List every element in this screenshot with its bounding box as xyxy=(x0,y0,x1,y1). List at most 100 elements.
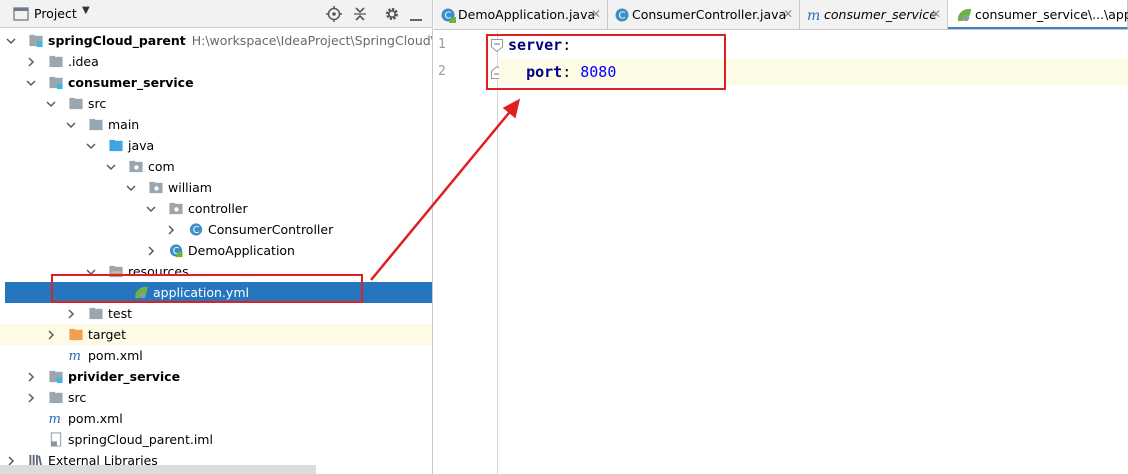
tree-item-label: pom.xml xyxy=(68,410,123,427)
tree-item-label: target xyxy=(88,326,126,343)
chevron-down-icon[interactable] xyxy=(145,203,157,215)
excluded-folder-icon xyxy=(69,328,83,341)
gear-icon[interactable] xyxy=(384,6,400,22)
chevron-down-icon[interactable] xyxy=(125,182,137,194)
svg-text:C: C xyxy=(193,225,200,236)
tree-row[interactable]: main xyxy=(0,114,432,135)
chevron-down-icon[interactable] xyxy=(105,161,117,173)
tree-row[interactable]: m pom.xml xyxy=(0,408,432,429)
project-view-icon xyxy=(13,7,29,21)
chevron-right-icon[interactable] xyxy=(25,392,37,404)
folder-icon xyxy=(89,307,103,320)
maven-icon: m xyxy=(807,8,820,23)
svg-text:m: m xyxy=(69,349,81,363)
triangle-down-icon[interactable]: ▼ xyxy=(82,5,90,16)
tree-item-label: privider_service xyxy=(68,368,180,385)
tree-item-name: target xyxy=(88,327,127,342)
chevron-right-icon[interactable] xyxy=(65,308,77,320)
tree-row[interactable]: springCloud_parent H:\workspace\IdeaProje… xyxy=(0,30,432,51)
tree-item-name: william xyxy=(168,180,212,195)
project-tree: springCloud_parent H:\workspace\IdeaProje… xyxy=(0,28,432,474)
tree-row[interactable]: privider_service xyxy=(0,366,432,387)
tree-item-name: src xyxy=(88,96,107,111)
hide-icon[interactable] xyxy=(408,6,424,22)
tree-row[interactable]: C DemoApplication xyxy=(0,240,432,261)
chevron-down-icon[interactable] xyxy=(65,119,77,131)
tree-row[interactable]: william xyxy=(0,177,432,198)
spring-boot-class-icon: C xyxy=(441,8,456,23)
chevron-down-icon[interactable] xyxy=(5,35,17,47)
tree-row[interactable]: .idea xyxy=(0,51,432,72)
chevron-down-icon[interactable] xyxy=(45,98,57,110)
folder-icon xyxy=(49,391,63,404)
svg-text:m: m xyxy=(49,412,61,426)
tab-demo-application[interactable]: C DemoApplication.java ✕ xyxy=(434,0,608,29)
tree-row[interactable]: target xyxy=(0,324,432,345)
package-icon xyxy=(149,181,163,194)
chevron-right-icon[interactable] xyxy=(165,224,177,236)
tree-item-label: com xyxy=(148,158,175,175)
tree-row[interactable]: src xyxy=(0,93,432,114)
chevron-right-icon[interactable] xyxy=(25,56,37,68)
class-icon: C xyxy=(189,223,203,236)
target-icon[interactable] xyxy=(326,6,342,22)
tree-item-name: test xyxy=(108,306,133,321)
collapse-icon[interactable] xyxy=(352,6,368,22)
code-editor[interactable]: server: port: 8080 xyxy=(499,31,1128,474)
close-icon[interactable]: ✕ xyxy=(591,7,601,21)
module-folder-icon xyxy=(49,370,63,384)
tree-row[interactable]: com xyxy=(0,156,432,177)
tab-label: ConsumerController.java xyxy=(632,7,787,22)
close-icon[interactable]: ✕ xyxy=(931,7,941,21)
tree-item-label: springCloud_parent.iml xyxy=(68,431,213,448)
tree-row[interactable]: C ConsumerController xyxy=(0,219,432,240)
tree-item-label: consumer_service xyxy=(68,74,194,91)
tree-item-label: main xyxy=(108,116,139,133)
tree-item-label: java xyxy=(128,137,154,154)
tree-row[interactable]: controller xyxy=(0,198,432,219)
tree-item-label: .idea xyxy=(68,53,99,70)
tree-item-name: .idea xyxy=(68,54,99,69)
tree-row[interactable]: test xyxy=(0,303,432,324)
chevron-right-icon[interactable] xyxy=(45,329,57,341)
tab-consumer-service-pom[interactable]: m consumer_service ✕ xyxy=(800,0,948,29)
tab-consumer-controller[interactable]: C ConsumerController.java ✕ xyxy=(608,0,800,29)
tree-row[interactable]: src xyxy=(0,387,432,408)
source-folder-icon xyxy=(109,139,123,152)
chevron-down-icon[interactable] xyxy=(85,140,97,152)
svg-text:C: C xyxy=(619,11,626,22)
tree-row[interactable]: consumer_service xyxy=(0,72,432,93)
tree-item-label: test xyxy=(108,305,132,322)
tree-item-name: main xyxy=(108,117,140,132)
tab-application-yml[interactable]: consumer_service\...\applic xyxy=(948,0,1128,29)
iml-file-icon xyxy=(50,432,62,447)
horizontal-scrollbar[interactable] xyxy=(0,465,316,474)
tree-row[interactable]: springCloud_parent.iml xyxy=(0,429,432,450)
line-number: 2 xyxy=(438,64,446,79)
tree-item-label: controller xyxy=(188,200,248,217)
maven-icon: m xyxy=(49,412,61,426)
tab-label: consumer_service xyxy=(824,7,937,22)
editor-tab-bar: C DemoApplication.java ✕ C ConsumerContr… xyxy=(434,0,1128,30)
tree-item-label: pom.xml xyxy=(88,347,143,364)
tab-label: DemoApplication.java xyxy=(458,7,596,22)
tree-row[interactable]: java xyxy=(0,135,432,156)
tree-item-name: com xyxy=(148,159,175,174)
project-panel-title[interactable]: Project xyxy=(34,6,77,21)
tree-row[interactable]: m pom.xml xyxy=(0,345,432,366)
folder-icon xyxy=(49,55,63,68)
tree-item-name: consumer_service xyxy=(68,75,194,90)
tree-item-label: springCloud_parent H:\workspace\IdeaProje… xyxy=(48,32,432,49)
chevron-right-icon[interactable] xyxy=(25,371,37,383)
chevron-down-icon[interactable] xyxy=(25,77,37,89)
project-panel-header: Project ▼ xyxy=(0,0,432,28)
tree-item-label: src xyxy=(68,389,86,406)
tree-item-name: DemoApplication xyxy=(188,243,295,258)
svg-text:m: m xyxy=(807,8,820,23)
chevron-right-icon[interactable] xyxy=(145,245,157,257)
tree-item-name: java xyxy=(128,138,155,153)
tree-item-label: ConsumerController xyxy=(208,221,333,238)
spring-boot-class-icon: C xyxy=(169,244,183,258)
tree-item-name: pom.xml xyxy=(88,348,143,363)
close-icon[interactable]: ✕ xyxy=(783,7,793,21)
